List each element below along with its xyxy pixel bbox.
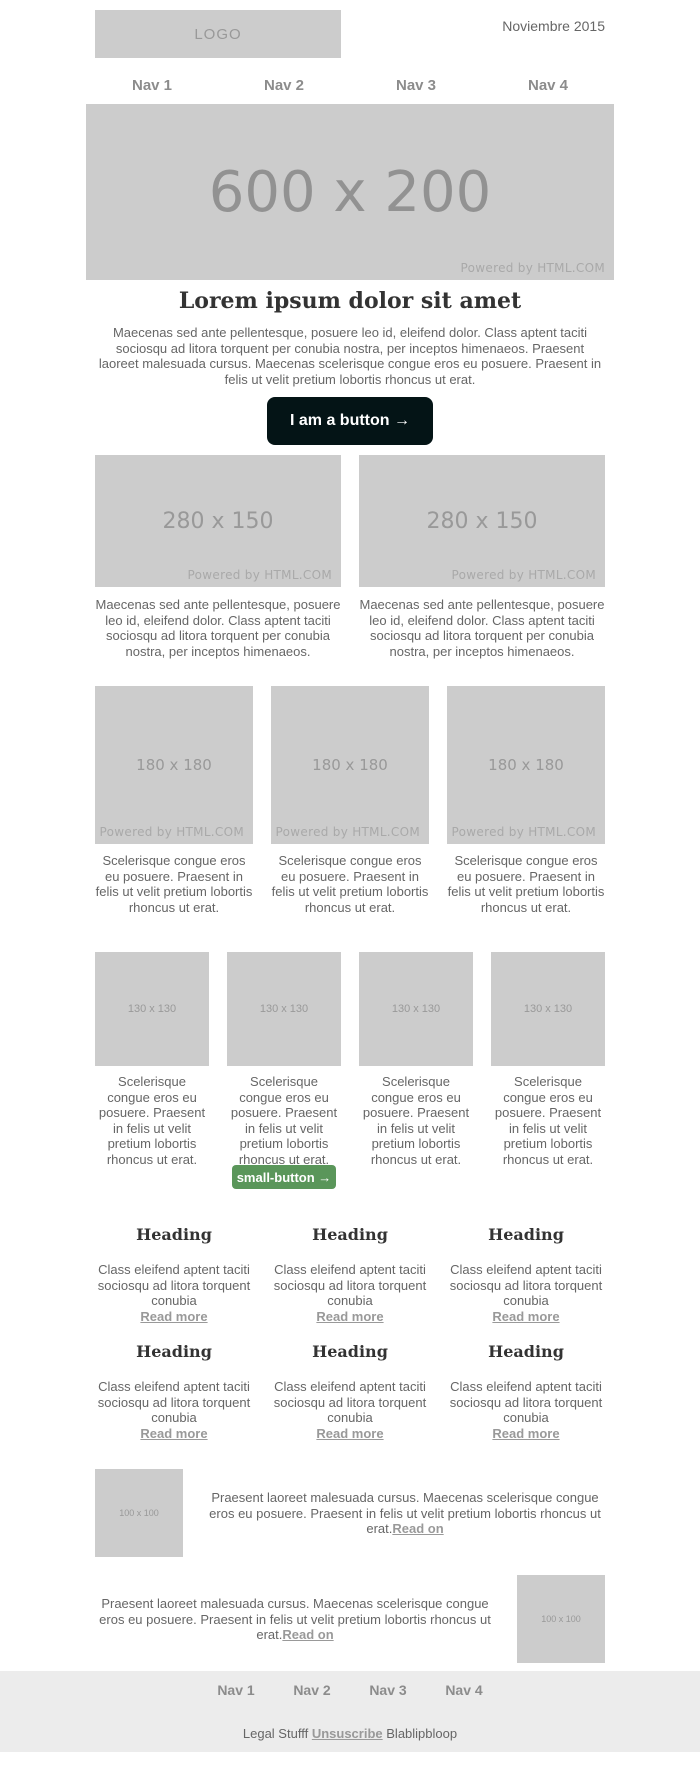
grid-text-3: Class eleifend aptent taciti sociosqu ad…: [449, 1262, 603, 1308]
two-col-image-2-powered: Powered by HTML.COM: [451, 568, 596, 582]
four-col-image-2-label: 130 x 130: [259, 1003, 309, 1015]
cta-button[interactable]: I am a button →: [267, 397, 433, 445]
grid-read-more-2[interactable]: Read more: [271, 1309, 429, 1325]
hero-image: 600 x 200 Powered by HTML.COM: [86, 104, 614, 280]
cta-button-label: I am a button →: [290, 412, 410, 429]
grid-text-6: Class eleifend aptent taciti sociosqu ad…: [449, 1379, 603, 1425]
two-col-image-2-label: 280 x 150: [426, 508, 538, 534]
grid-read-more-4[interactable]: Read more: [95, 1426, 253, 1442]
two-col-image-2: 280 x 150 Powered by HTML.COM: [359, 455, 605, 587]
unsubscribe-link[interactable]: Unsuscribe: [312, 1726, 383, 1741]
media-text-1: Praesent laoreet malesuada cursus. Maece…: [205, 1490, 605, 1537]
small-button[interactable]: small-button →: [232, 1165, 336, 1189]
three-col-image-3-label: 180 x 180: [488, 756, 564, 774]
two-col-image-1-label: 280 x 150: [162, 508, 274, 534]
intro-text: Maecenas sed ante pellentesque, posuere …: [98, 325, 602, 387]
footer-legal-text: Legal Stufff: [242, 1726, 309, 1741]
footer: Nav 1 Nav 2 Nav 3 Nav 4 Legal Stufff Uns…: [0, 1671, 700, 1752]
grid-text-4: Class eleifend aptent taciti sociosqu ad…: [97, 1379, 251, 1425]
grid-heading-6: Heading: [488, 1342, 564, 1361]
hero-powered-by: Powered by HTML.COM: [460, 261, 605, 275]
grid-text-1: Class eleifend aptent taciti sociosqu ad…: [97, 1262, 251, 1308]
four-col-image-3: 130 x 130: [359, 952, 473, 1066]
small-button-label: small-button →: [236, 1169, 332, 1185]
three-col-image-1: 180 x 180 Powered by HTML.COM: [95, 686, 253, 844]
media-image-1: 100 x 100: [95, 1469, 183, 1557]
grid-read-more-1[interactable]: Read more: [95, 1309, 253, 1325]
three-col-text-3: Scelerisque congue eros eu posuere. Prae…: [447, 853, 605, 915]
three-col-image-3-powered: Powered by HTML.COM: [451, 825, 596, 839]
grid-item-2: Class eleifend aptent taciti sociosqu ad…: [271, 1262, 429, 1324]
logo-text: LOGO: [194, 25, 242, 43]
four-col-image-3-label: 130 x 130: [391, 1003, 441, 1015]
three-col-text-2: Scelerisque congue eros eu posuere. Prae…: [271, 853, 429, 915]
media-image-1-label: 100 x 100: [119, 1508, 159, 1518]
four-col-text-2: Scelerisque congue eros eu posuere. Prae…: [230, 1074, 338, 1167]
two-col-image-1: 280 x 150 Powered by HTML.COM: [95, 455, 341, 587]
four-col-image-4: 130 x 130: [491, 952, 605, 1066]
four-col-image-1: 130 x 130: [95, 952, 209, 1066]
grid-item-3: Class eleifend aptent taciti sociosqu ad…: [447, 1262, 605, 1324]
media-image-2-label: 100 x 100: [541, 1614, 581, 1624]
three-col-image-1-powered: Powered by HTML.COM: [99, 825, 244, 839]
three-col-image-1-label: 180 x 180: [136, 756, 212, 774]
footer-nav-link-4[interactable]: Nav 4: [428, 1682, 500, 1698]
four-col-image-4-label: 130 x 130: [523, 1003, 573, 1015]
three-col-image-2-label: 180 x 180: [312, 756, 388, 774]
nav-link-4[interactable]: Nav 4: [482, 77, 614, 94]
nav-link-1[interactable]: Nav 1: [86, 77, 218, 94]
logo-placeholder: LOGO: [95, 10, 341, 58]
four-col-text-1: Scelerisque congue eros eu posuere. Prae…: [98, 1074, 206, 1167]
grid-item-5: Class eleifend aptent taciti sociosqu ad…: [271, 1379, 429, 1441]
nav-link-2[interactable]: Nav 2: [218, 77, 350, 94]
grid-text-5: Class eleifend aptent taciti sociosqu ad…: [273, 1379, 427, 1425]
two-col-text-1: Maecenas sed ante pellentesque, posuere …: [95, 597, 341, 659]
three-col-image-2-powered: Powered by HTML.COM: [275, 825, 420, 839]
grid-heading-4: Heading: [136, 1342, 212, 1361]
three-col-text-1: Scelerisque congue eros eu posuere. Prae…: [95, 853, 253, 915]
three-col-image-3: 180 x 180 Powered by HTML.COM: [447, 686, 605, 844]
media-text-2: Praesent laoreet malesuada cursus. Maece…: [95, 1596, 495, 1643]
issue-date: Noviembre 2015: [502, 18, 605, 34]
footer-nav-link-1[interactable]: Nav 1: [200, 1682, 272, 1698]
grid-heading-5: Heading: [312, 1342, 388, 1361]
grid-item-6: Class eleifend aptent taciti sociosqu ad…: [447, 1379, 605, 1441]
grid-heading-3: Heading: [488, 1225, 564, 1244]
four-col-text-3: Scelerisque congue eros eu posuere. Prae…: [362, 1074, 470, 1167]
four-col-image-2: 130 x 130: [227, 952, 341, 1066]
intro-title: Lorem ipsum dolor sit amet: [178, 288, 522, 314]
grid-item-1: Class eleifend aptent taciti sociosqu ad…: [95, 1262, 253, 1324]
media-read-on-2[interactable]: Read on: [282, 1627, 333, 1642]
hero-image-label: 600 x 200: [208, 159, 492, 225]
grid-heading-2: Heading: [312, 1225, 388, 1244]
grid-read-more-6[interactable]: Read more: [447, 1426, 605, 1442]
three-col-image-2: 180 x 180 Powered by HTML.COM: [271, 686, 429, 844]
nav-link-3[interactable]: Nav 3: [350, 77, 482, 94]
grid-item-4: Class eleifend aptent taciti sociosqu ad…: [95, 1379, 253, 1441]
grid-read-more-3[interactable]: Read more: [447, 1309, 605, 1325]
grid-read-more-5[interactable]: Read more: [271, 1426, 429, 1442]
four-col-image-1-label: 130 x 130: [127, 1003, 177, 1015]
media-read-on-1[interactable]: Read on: [392, 1521, 443, 1536]
two-col-text-2: Maecenas sed ante pellentesque, posuere …: [359, 597, 605, 659]
grid-text-2: Class eleifend aptent taciti sociosqu ad…: [273, 1262, 427, 1308]
footer-extra-text: Blablipbloop: [386, 1726, 458, 1741]
footer-nav-link-3[interactable]: Nav 3: [352, 1682, 424, 1698]
footer-legal: Legal Stufff Unsuscribe Blablipbloop: [0, 1726, 700, 1741]
two-col-image-1-powered: Powered by HTML.COM: [187, 568, 332, 582]
grid-heading-1: Heading: [136, 1225, 212, 1244]
four-col-text-4: Scelerisque congue eros eu posuere. Prae…: [494, 1074, 602, 1167]
footer-nav-link-2[interactable]: Nav 2: [276, 1682, 348, 1698]
media-image-2: 100 x 100: [517, 1575, 605, 1663]
